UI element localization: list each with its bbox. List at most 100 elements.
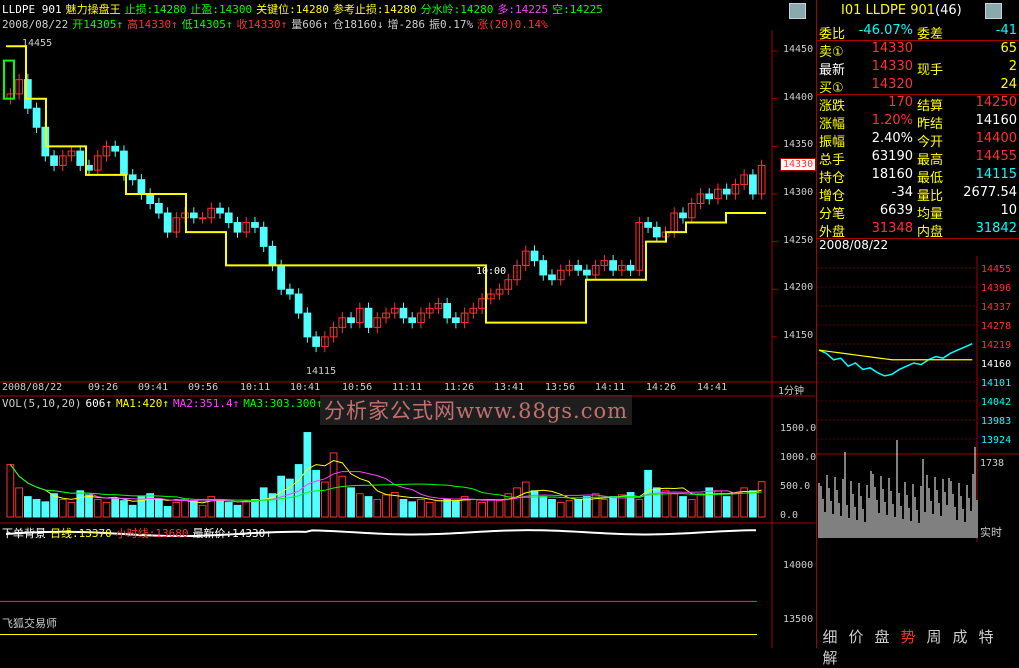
price-tick-label: 14300 — [783, 186, 814, 198]
quote-value-2: 14455 — [975, 149, 1017, 164]
time-axis-label: 10:41 — [290, 382, 321, 393]
volume-bar — [478, 501, 486, 518]
quote-value: 14320 — [871, 77, 913, 92]
time-axis-label: 11:26 — [444, 382, 475, 393]
header-item-3: 止盈:14300 — [190, 3, 253, 16]
bottom-stat-2: 小时线:13680 — [115, 527, 189, 540]
volume-bar — [530, 490, 539, 518]
main-chart[interactable] — [0, 30, 815, 650]
quote-row: 卖① 14330 65 — [817, 40, 1019, 60]
candle-body — [303, 312, 312, 338]
time-axis-label: 13:41 — [494, 382, 525, 393]
quote-row: 买① 14320 24 — [817, 76, 1019, 96]
candle-body — [216, 207, 224, 214]
time-axis-label: 14:11 — [595, 382, 626, 393]
watermark-text: 分析家公式网www.88gs.com — [320, 395, 633, 425]
quote-row: 外盘 31348 内盘 31842 — [817, 220, 1019, 240]
header-item-2: 止损:14280 — [124, 3, 187, 16]
candle-body — [679, 212, 687, 219]
mini-tick-label: 14396 — [981, 283, 1011, 294]
candle-body — [609, 260, 617, 271]
volume-stat-2: MA2:351.4↑ — [172, 397, 240, 410]
mini-intraday-chart[interactable]: 14455 14396 14337 14278 14219 14160 14101 14042… — [817, 256, 1019, 626]
quote-value: -34 — [891, 185, 913, 200]
mini-tick-label: 14042 — [981, 397, 1011, 408]
panel-menu-icon[interactable] — [985, 3, 1002, 19]
candle-body — [399, 307, 408, 319]
quote-value: 18160 — [871, 167, 913, 182]
time-axis-label: 10:11 — [240, 382, 271, 393]
header-item-0: LLDPE 901 — [2, 3, 62, 16]
volume-bar — [521, 481, 530, 518]
volume-bar — [172, 501, 181, 518]
quote-label-2: 内盘 — [917, 225, 944, 240]
candle-body — [111, 145, 120, 152]
quote-row: 最新 14330 现手 2 — [817, 58, 1019, 78]
volume-bar — [670, 493, 679, 518]
volume-bar — [312, 469, 320, 518]
header-item-7: 多:14225 — [497, 3, 549, 16]
tab-0[interactable]: 细 — [817, 626, 843, 647]
candle-body — [32, 107, 41, 128]
bottom-panel-header: 下单背景 日线:13370 小时线:13680 最新价:14330↑ — [2, 525, 276, 541]
candle-body — [347, 317, 355, 324]
tab-3[interactable]: 势 — [895, 626, 921, 647]
volume-bar — [495, 500, 504, 518]
window-restore-icon[interactable] — [789, 3, 806, 19]
stop-loss-line — [6, 45, 766, 324]
bottom-tick-label: 14000 — [783, 560, 814, 572]
candle-body — [312, 336, 320, 347]
tab-1[interactable]: 价 — [843, 626, 869, 647]
quote-value-2: 2677.54 — [963, 185, 1017, 200]
candle-body — [268, 245, 277, 266]
time-axis-label: 09:41 — [138, 382, 169, 393]
candle-body — [50, 155, 58, 166]
volume-bar — [609, 496, 617, 518]
volume-bar — [408, 501, 417, 518]
candle-body — [722, 188, 731, 195]
mini-volume-label: 1738 — [980, 458, 1004, 469]
volume-tick-label: 1500.0 — [780, 422, 817, 434]
quote-row: 委比 -46.07% 委差 -41 — [817, 22, 1019, 42]
volume-bar — [85, 494, 93, 518]
volume-bar — [120, 500, 128, 518]
candle-body — [408, 317, 417, 324]
candle-body — [548, 274, 556, 281]
candle-body — [128, 174, 137, 181]
tab-5[interactable]: 成 — [947, 626, 973, 647]
quote-row: 持仓 18160 最低 14115 — [817, 166, 1019, 186]
tab-2[interactable]: 盘 — [869, 626, 895, 647]
volume-bar — [15, 487, 23, 518]
header-item-1: 魅力操盘王 — [65, 3, 121, 16]
volume-tick-label: 0.0 — [780, 510, 799, 521]
time-axis-label: 10:56 — [342, 382, 373, 393]
volume-bar — [652, 487, 661, 518]
volume-bar — [548, 499, 556, 518]
volume-bar — [382, 494, 390, 518]
volume-bar — [705, 487, 714, 518]
candle-body — [277, 264, 286, 290]
quote-value: -46.07% — [858, 23, 913, 38]
quote-value: 1.20% — [871, 113, 913, 128]
tab-7[interactable]: 解 — [817, 647, 843, 668]
time-axis-label: 2008/08/22 — [2, 382, 63, 393]
mini-tick-label: 13924 — [981, 435, 1011, 446]
header-item-6: 分水岭:14280 — [420, 3, 494, 16]
candle-body — [286, 288, 294, 295]
volume-bar — [757, 481, 766, 518]
volume-bar — [722, 496, 731, 518]
quote-value: 2.40% — [871, 131, 913, 146]
volume-bar — [696, 493, 705, 518]
mid-label: 10:00 — [476, 266, 507, 278]
realtime-label: 实时 — [980, 525, 1002, 539]
candle-body — [189, 212, 198, 219]
volume-bar — [137, 496, 146, 518]
volume-bar — [661, 490, 670, 518]
tab-6[interactable]: 特 — [973, 626, 999, 647]
volume-bar — [155, 499, 163, 518]
tab-4[interactable]: 周 — [921, 626, 947, 647]
volume-bar — [128, 504, 137, 518]
volume-bar — [355, 493, 364, 518]
high-label: 14455 — [22, 38, 53, 50]
volume-bar — [58, 499, 67, 518]
